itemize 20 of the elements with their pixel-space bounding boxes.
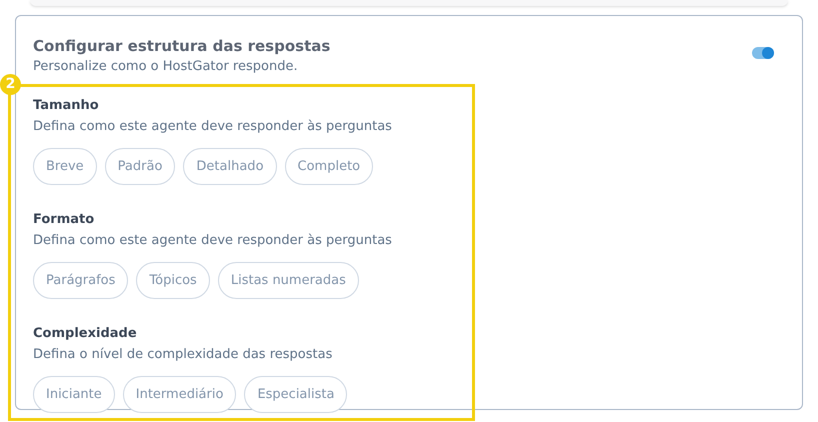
- option-chip[interactable]: Detalhado: [183, 148, 277, 185]
- option-chip[interactable]: Parágrafos: [33, 262, 128, 299]
- toggle-switch[interactable]: [752, 47, 774, 59]
- option-chip[interactable]: Tópicos: [136, 262, 210, 299]
- section-title: Complexidade: [33, 325, 138, 343]
- option-chip[interactable]: Especialista: [244, 376, 348, 413]
- section-title: Tamanho: [33, 97, 100, 115]
- card-title: Configurar estrutura das respostas: [33, 36, 330, 57]
- card-subtitle: Personalize como o HostGator responde.: [33, 58, 299, 76]
- option-chip[interactable]: Breve: [33, 148, 97, 185]
- option-chip[interactable]: Padrão: [104, 148, 176, 185]
- section-description: Defina como este agente deve responder às perguntas: [33, 232, 393, 250]
- step-badge: 2: [0, 74, 21, 95]
- section-description: Defina como este agente deve responder às perguntas: [33, 118, 393, 136]
- option-chip[interactable]: Iniciante: [33, 376, 115, 413]
- option-chip[interactable]: Intermediário: [122, 376, 236, 413]
- section-title: Formato: [33, 211, 96, 229]
- option-chip[interactable]: Completo: [284, 148, 374, 185]
- option-chip[interactable]: Listas numeradas: [218, 262, 359, 299]
- section-description: Defina o nível de complexidade das respostas: [33, 346, 334, 364]
